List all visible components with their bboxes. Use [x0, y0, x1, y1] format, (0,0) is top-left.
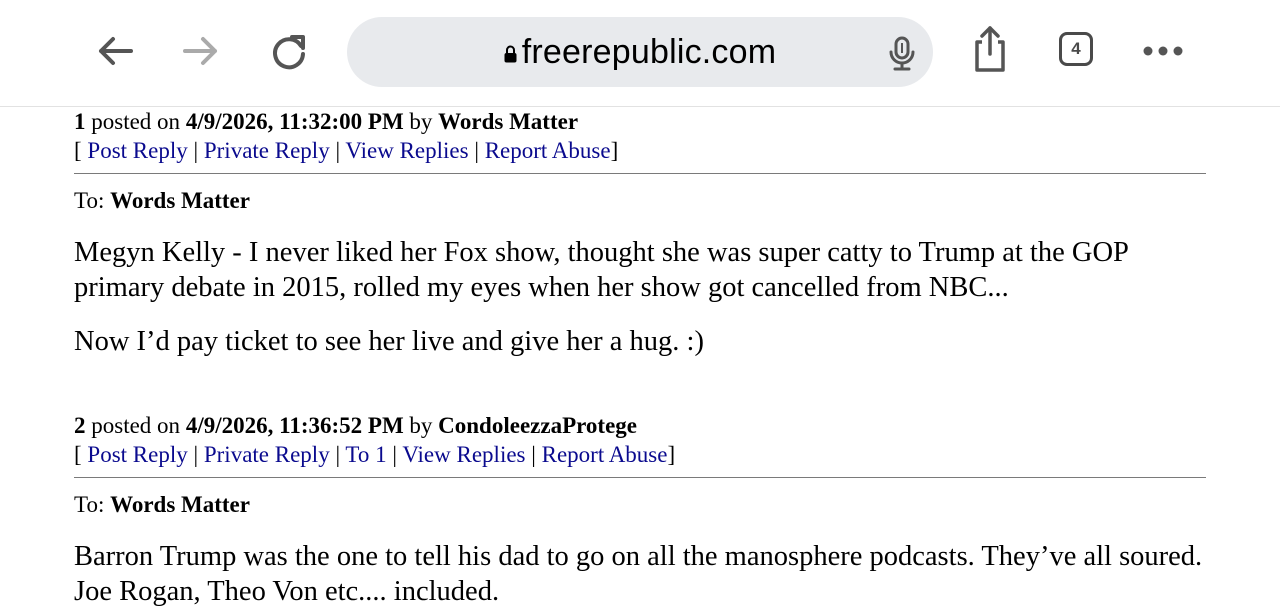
- share-button[interactable]: [967, 26, 1013, 72]
- more-dots-icon: [1143, 46, 1183, 56]
- forward-arrow-icon: [183, 37, 217, 65]
- tabs-button[interactable]: 4: [1059, 32, 1093, 66]
- reload-icon: [273, 35, 305, 70]
- post-author: Words Matter: [438, 109, 579, 134]
- more-menu-button[interactable]: [1140, 28, 1186, 74]
- reload-button[interactable]: [266, 28, 312, 74]
- back-button[interactable]: [92, 28, 138, 74]
- post-reply-link[interactable]: Post Reply: [87, 138, 187, 163]
- browser-toolbar: freerepublic.com 4: [0, 0, 1280, 107]
- to-label: To:: [74, 188, 105, 213]
- bracket-close: ]: [610, 138, 619, 163]
- post-date: 4/9/2026, 11:36:52 PM: [185, 413, 404, 438]
- post-recipient: To: Words Matter: [74, 490, 1206, 519]
- post-number: 2: [74, 413, 86, 438]
- private-reply-link[interactable]: Private Reply: [204, 442, 330, 467]
- back-arrow-icon: [99, 37, 133, 65]
- to-1-link[interactable]: To 1: [345, 442, 386, 467]
- address-bar[interactable]: freerepublic.com: [347, 17, 933, 87]
- view-replies-link[interactable]: View Replies: [345, 138, 468, 163]
- post-header: 2 posted on 4/9/2026, 11:36:52 PM by Con…: [74, 411, 1206, 440]
- post-author: CondoleezzaProtege: [438, 413, 637, 438]
- divider: [74, 477, 1206, 478]
- post-actions: [ Post Reply | Private Reply | View Repl…: [74, 138, 619, 163]
- posted-on-label: posted on: [91, 413, 181, 438]
- to-name: Words Matter: [110, 492, 250, 517]
- bracket-close: ]: [667, 442, 676, 467]
- post-1: 1 posted on 4/9/2026, 11:32:00 PM by Wor…: [74, 107, 1206, 359]
- view-replies-link[interactable]: View Replies: [402, 442, 525, 467]
- microphone-icon[interactable]: [882, 34, 922, 74]
- post-actions: [ Post Reply | Private Reply | To 1 | Vi…: [74, 442, 676, 467]
- private-reply-link[interactable]: Private Reply: [204, 138, 330, 163]
- report-abuse-link[interactable]: Report Abuse: [542, 442, 668, 467]
- post-recipient: To: Words Matter: [74, 186, 1206, 215]
- url-text: freerepublic.com: [521, 32, 777, 71]
- post-body-paragraph: Now I’d pay ticket to see her live and g…: [74, 326, 704, 357]
- to-name: Words Matter: [110, 188, 250, 213]
- post-reply-link[interactable]: Post Reply: [87, 442, 187, 467]
- lock-icon: [504, 45, 517, 63]
- post-body-paragraph: Joe Rogan, Theo Von etc.... included.: [74, 576, 500, 607]
- bracket-open: [: [74, 442, 82, 467]
- to-label: To:: [74, 492, 105, 517]
- forward-button[interactable]: [178, 28, 224, 74]
- post-body-paragraph: Megyn Kelly - I never liked her Fox show…: [74, 237, 1128, 303]
- post-header: 1 posted on 4/9/2026, 11:32:00 PM by Wor…: [74, 107, 1206, 136]
- share-icon: [975, 26, 1005, 72]
- posted-on-label: posted on: [91, 109, 181, 134]
- bracket-open: [: [74, 138, 82, 163]
- by-label: by: [409, 109, 433, 134]
- post-body-paragraph: Barron Trump was the one to tell his dad…: [74, 541, 1203, 572]
- address-bar-url[interactable]: freerepublic.com: [347, 17, 933, 87]
- post-2: 2 posted on 4/9/2026, 11:36:52 PM by Con…: [74, 411, 1206, 609]
- by-label: by: [409, 413, 433, 438]
- report-abuse-link[interactable]: Report Abuse: [485, 138, 611, 163]
- divider: [74, 173, 1206, 174]
- post-date: 4/9/2026, 11:32:00 PM: [185, 109, 404, 134]
- post-number: 1: [74, 109, 86, 134]
